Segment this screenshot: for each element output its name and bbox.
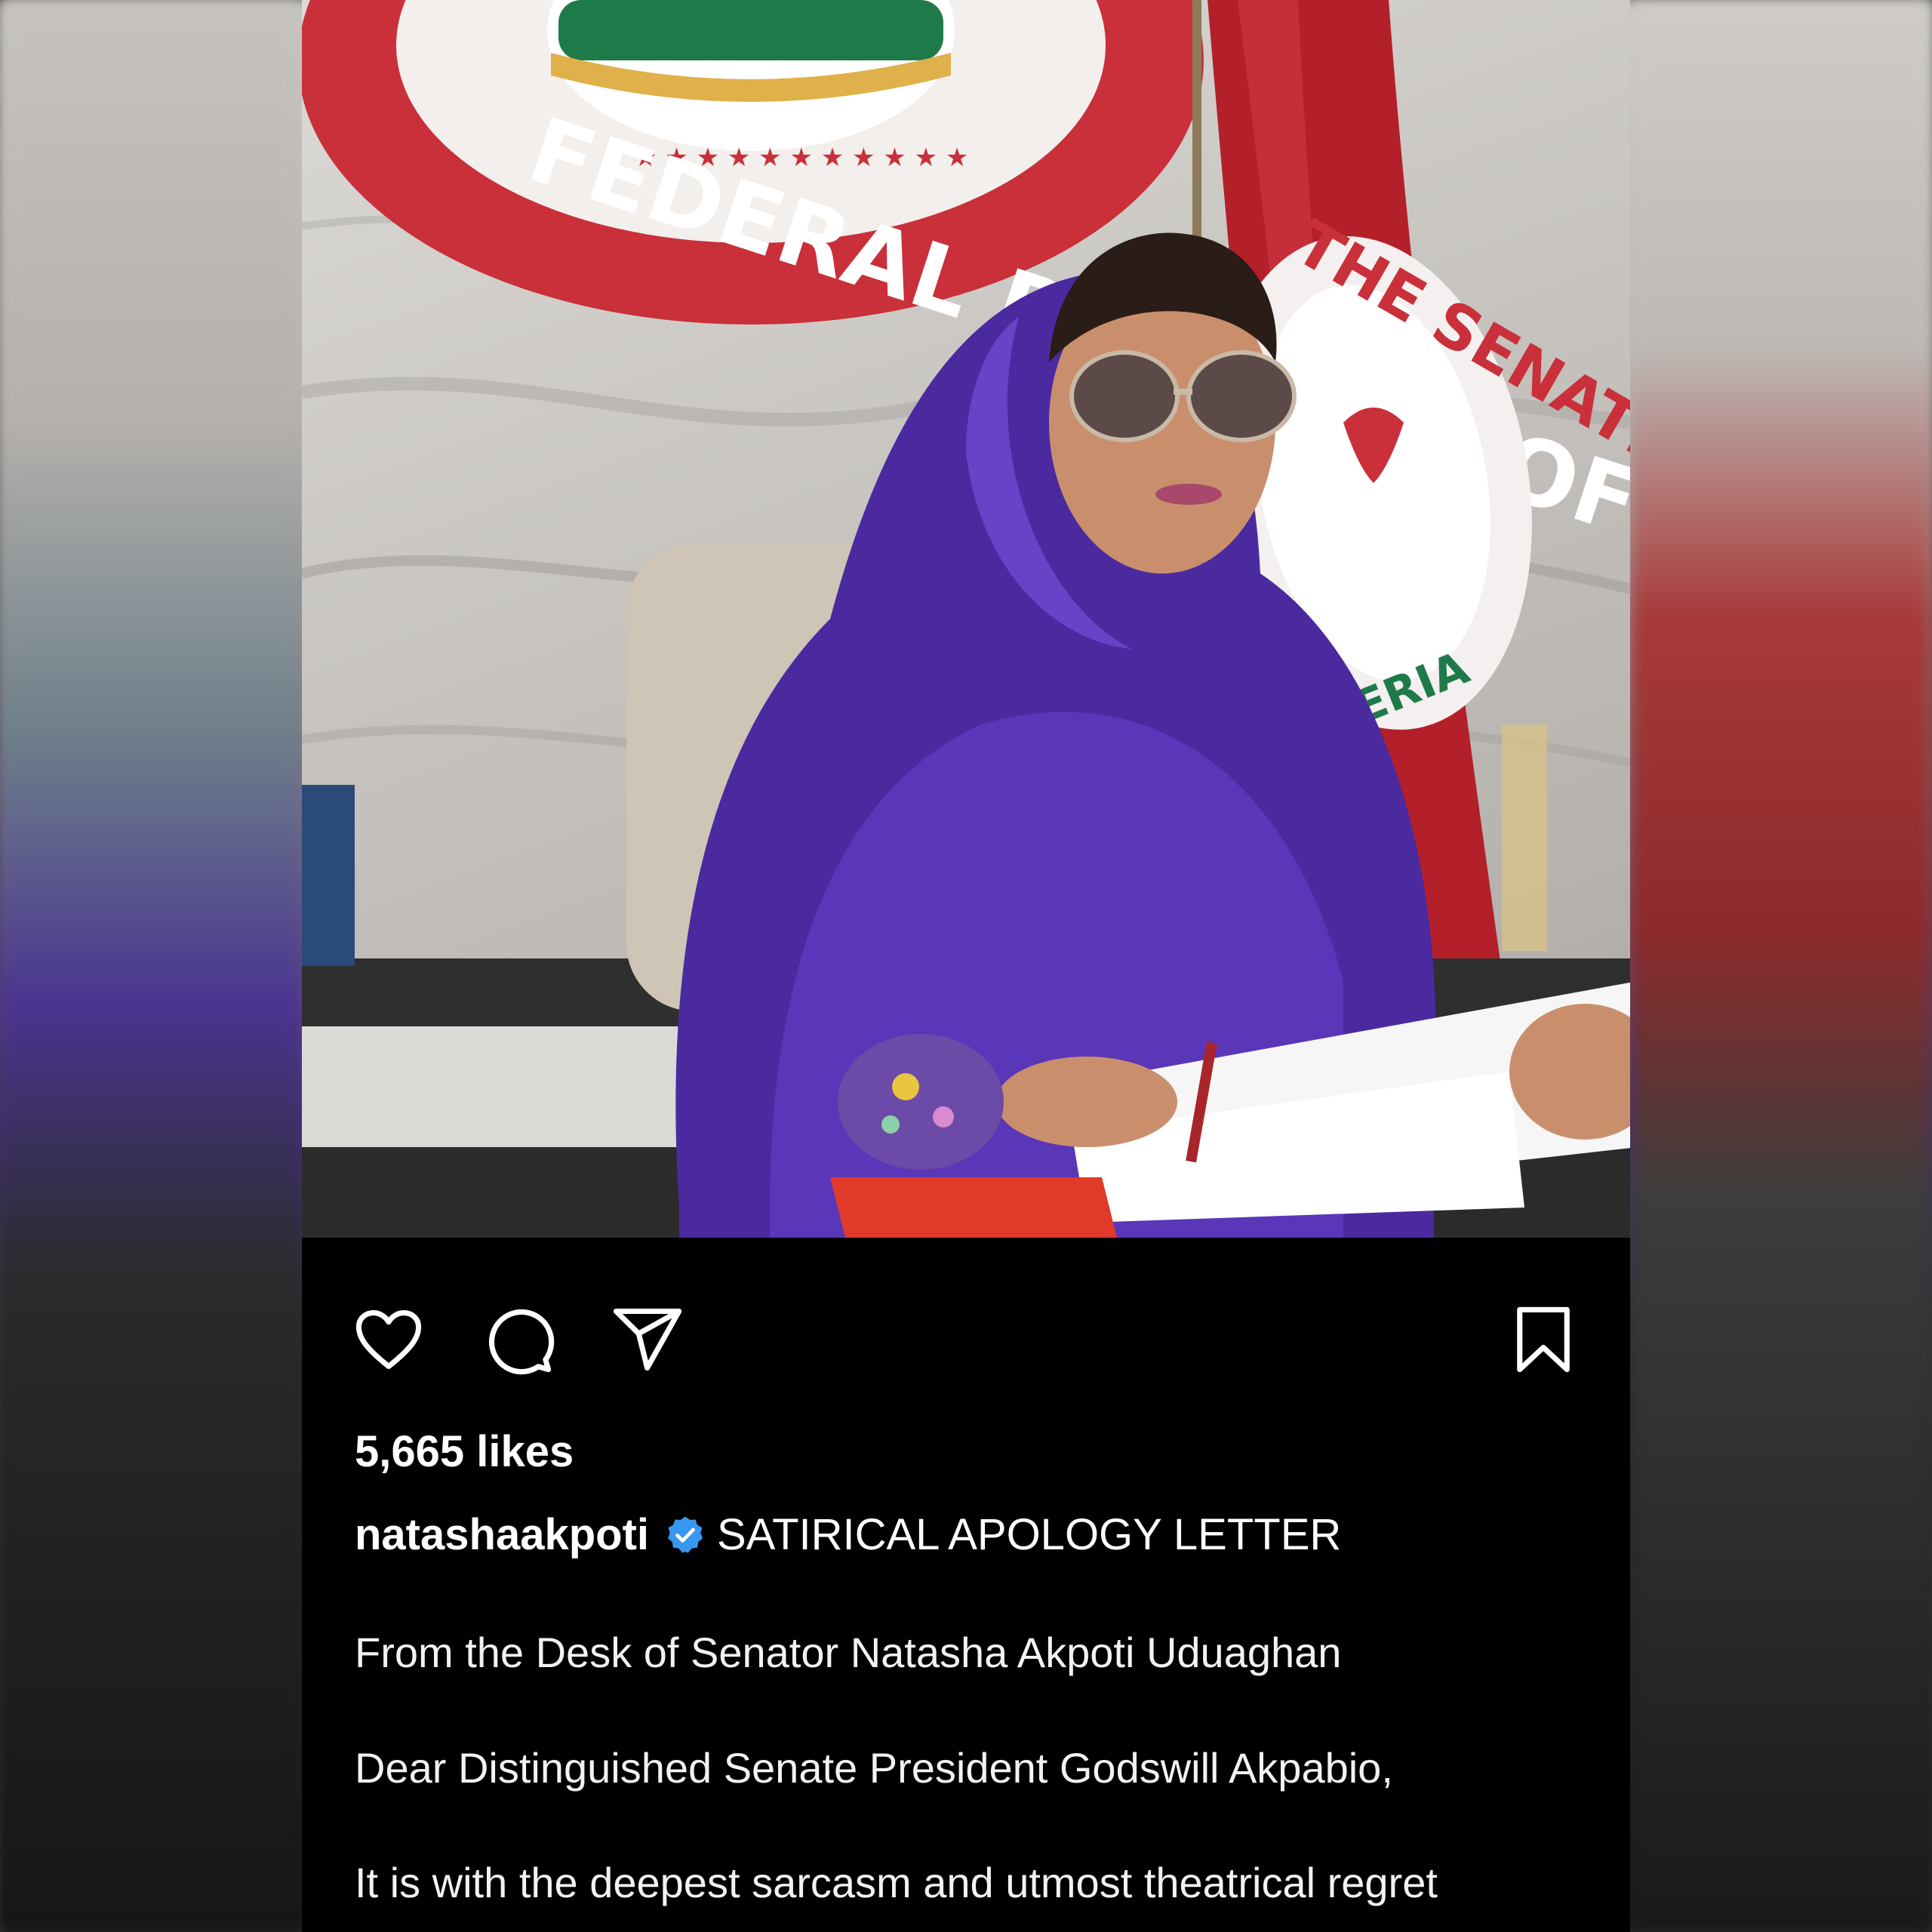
verified-badge-icon	[664, 1514, 706, 1556]
caption-header: natashaakpoti SATIRICAL APOLOGY LETTER	[355, 1509, 1592, 1560]
blurred-backdrop-right	[1630, 0, 1932, 1932]
caption-paragraph: It is with the deepest sarcasm and utmos…	[355, 1859, 1438, 1906]
photo-illustration: ★ ★ ★ ★ ★ ★ ★ ★ ★ ★ ★ FEDERAL REPUBLIC O…	[302, 0, 1630, 1238]
send-icon[interactable]	[606, 1298, 689, 1381]
bookmark-icon[interactable]	[1502, 1298, 1585, 1381]
caption-paragraph: From the Desk of Senator Natasha Akpoti …	[355, 1629, 1342, 1676]
heart-icon[interactable]	[347, 1298, 430, 1381]
caption-title: SATIRICAL APOLOGY LETTER	[717, 1510, 1342, 1559]
comment-icon[interactable]	[477, 1298, 560, 1381]
likes-count[interactable]: 5,665 likes	[355, 1426, 574, 1477]
instagram-post: ★ ★ ★ ★ ★ ★ ★ ★ ★ ★ ★ FEDERAL REPUBLIC O…	[302, 0, 1630, 1932]
caption-paragraph: Dear Distinguished Senate President Gods…	[355, 1744, 1393, 1792]
blurred-backdrop-left	[0, 0, 302, 1932]
username-link[interactable]: natashaakpoti	[355, 1509, 649, 1560]
post-actions-bar	[302, 1283, 1630, 1389]
post-photo[interactable]: ★ ★ ★ ★ ★ ★ ★ ★ ★ ★ ★ FEDERAL REPUBLIC O…	[302, 0, 1630, 1238]
